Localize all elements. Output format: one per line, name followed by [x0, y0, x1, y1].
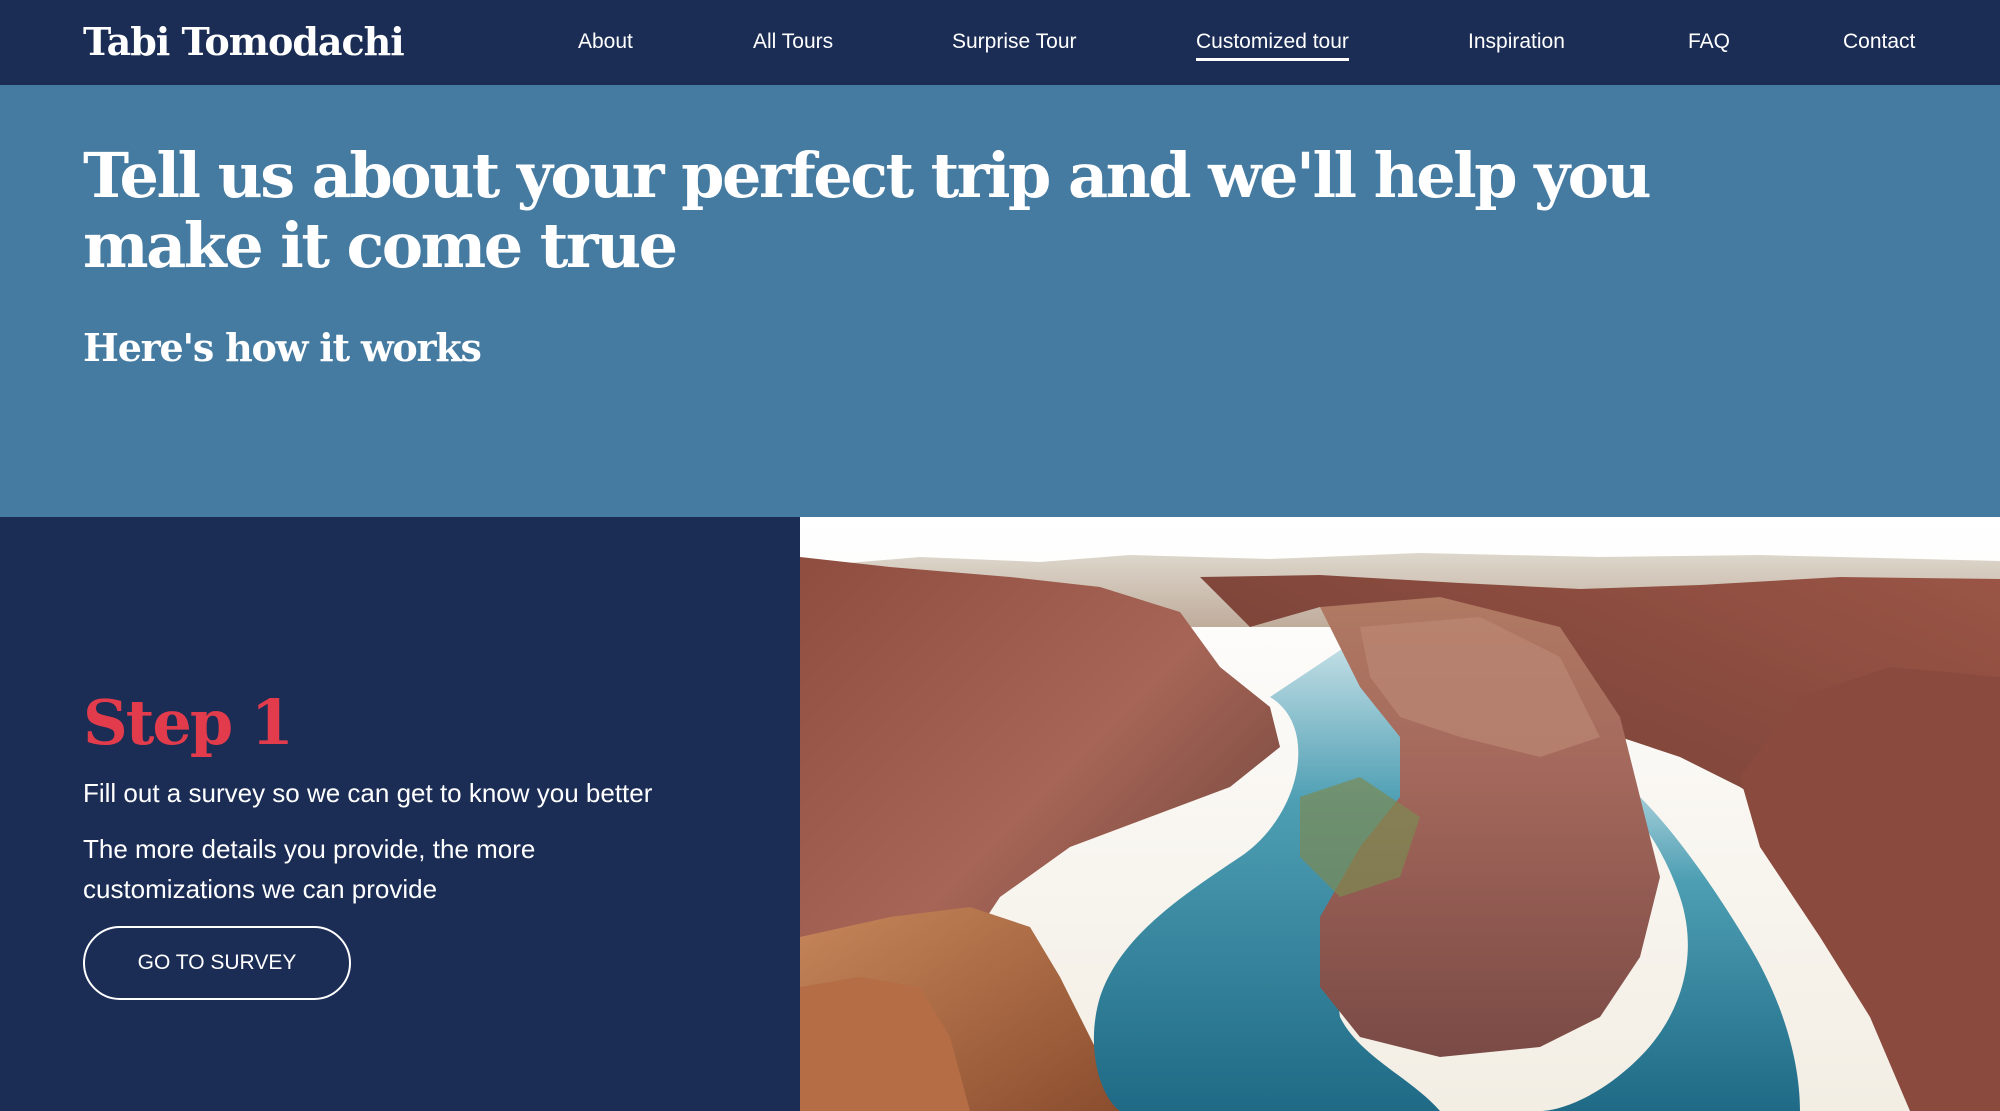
- nav-link-contact[interactable]: Contact: [1843, 29, 1915, 55]
- step-title: Step 1: [83, 686, 294, 759]
- nav-link-about[interactable]: About: [578, 29, 633, 55]
- step-1-panel: Step 1 Fill out a survey so we can get t…: [0, 517, 800, 1111]
- top-navigation: Tabi Tomodachi About All Tours Surprise …: [0, 0, 2000, 85]
- brand-logo[interactable]: Tabi Tomodachi: [83, 18, 405, 66]
- nav-link-inspiration[interactable]: Inspiration: [1468, 29, 1565, 55]
- step-description: Fill out a survey so we can get to know …: [83, 778, 653, 808]
- step-details-note: The more details you provide, the more c…: [83, 834, 536, 904]
- hero-section: Tell us about your perfect trip and we'l…: [0, 85, 2000, 517]
- canyon-photo-illustration: [800, 517, 2000, 1111]
- nav-link-surprise-tour[interactable]: Surprise Tour: [952, 29, 1077, 55]
- go-to-survey-button[interactable]: GO TO SURVEY: [83, 926, 351, 1000]
- nav-link-customized-tour[interactable]: Customized tour: [1196, 29, 1349, 61]
- canyon-river-bend-photo: [800, 517, 2000, 1111]
- nav-link-all-tours[interactable]: All Tours: [753, 29, 833, 55]
- nav-link-faq[interactable]: FAQ: [1688, 29, 1730, 55]
- hero-subtitle: Here's how it works: [83, 325, 482, 370]
- hero-title: Tell us about your perfect trip and we'l…: [83, 139, 1652, 282]
